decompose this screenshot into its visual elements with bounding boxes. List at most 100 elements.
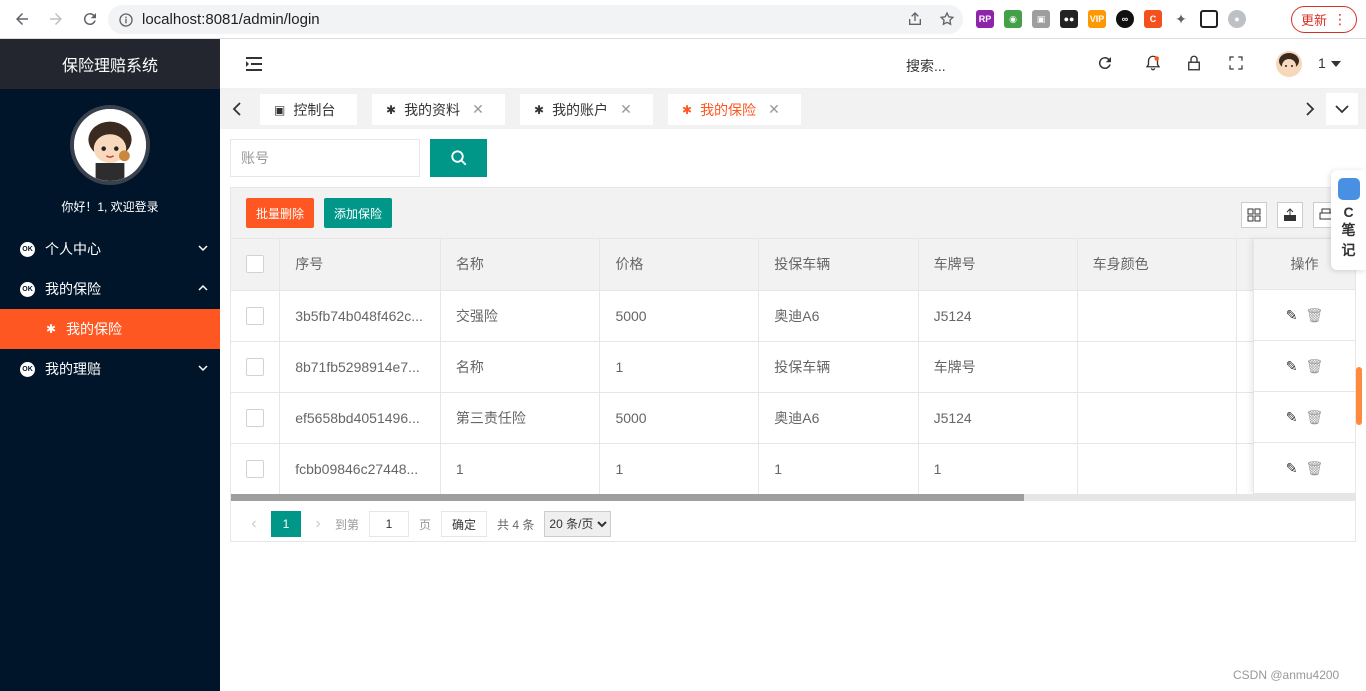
sidebar: 保险理赔系统 你好！1, 欢迎登录 OK 个人中心 OK 我的保险 ✱ 我的保险 [0, 39, 220, 691]
tab-label: 我的保险 [700, 101, 757, 118]
table-cell: 5000 [599, 290, 760, 342]
sidebar-subitem-my-insurance[interactable]: ✱ 我的保险 [0, 309, 220, 349]
chat-extension-icon[interactable]: ◉ [1004, 10, 1022, 28]
update-button[interactable]: 更新 ⋮ [1291, 6, 1357, 33]
header-username[interactable]: 1 [1318, 55, 1326, 71]
column-header[interactable]: 投保车辆 [758, 239, 919, 291]
batch-delete-button[interactable]: 批量删除 [246, 198, 315, 228]
current-page[interactable]: 1 [271, 511, 301, 537]
add-insurance-button[interactable]: 添加保险 [324, 198, 393, 228]
page-size-select[interactable]: 20 条/页 [544, 511, 612, 537]
info-icon[interactable] [118, 12, 134, 28]
prev-page-icon[interactable]: ‹ [243, 515, 265, 533]
row-checkbox[interactable] [246, 408, 264, 427]
select-all-cell [231, 239, 281, 291]
close-icon[interactable]: ✕ [768, 101, 780, 118]
edit-icon[interactable]: ✎ [1286, 409, 1298, 426]
palm-icon: ✱ [682, 102, 693, 117]
table-cell: 名称 [440, 341, 601, 393]
row-select-cell [231, 392, 281, 444]
address-bar[interactable]: localhost:8081/admin/login [108, 5, 963, 34]
export-icon[interactable] [1277, 202, 1303, 228]
trash-icon[interactable]: 🗑 [1305, 460, 1323, 477]
header-avatar[interactable] [1276, 51, 1302, 77]
sidebar-item-my-insurance[interactable]: OK 我的保险 [0, 269, 220, 309]
row-checkbox[interactable] [246, 306, 264, 325]
trash-icon[interactable]: 🗑 [1305, 307, 1323, 324]
puzzle-icon[interactable]: ✦ [1172, 10, 1190, 28]
table-row: 8b71fb5298914e7... 名称 1 投保车辆 车牌号 [231, 341, 1355, 393]
profile-icon[interactable]: ● [1228, 10, 1246, 28]
infinity-extension-icon[interactable]: ∞ [1116, 10, 1134, 28]
trash-icon[interactable]: 🗑 [1305, 358, 1323, 375]
fullscreen-icon[interactable] [1227, 54, 1245, 72]
scrollbar-thumb[interactable] [231, 494, 1024, 501]
table-cell: 1 [440, 443, 601, 495]
table-cell: J5124 [918, 290, 1078, 342]
tab-my-insurance[interactable]: ✱ 我的保险 ✕ [668, 94, 801, 125]
vip-extension-icon[interactable]: VIP [1088, 10, 1106, 28]
tab-my-profile[interactable]: ✱ 我的资料 ✕ [372, 94, 505, 125]
forward-icon[interactable] [40, 3, 72, 35]
back-icon[interactable] [6, 3, 38, 35]
lock-icon[interactable] [1185, 54, 1203, 72]
row-checkbox[interactable] [246, 459, 264, 478]
sidebar-menu: OK 个人中心 OK 我的保险 ✱ 我的保险 OK 我的理赔 [0, 229, 220, 389]
trash-icon[interactable]: 🗑 [1305, 409, 1323, 426]
menu-toggle-icon[interactable] [245, 55, 263, 73]
columns-filter-icon[interactable] [1241, 202, 1267, 228]
column-header[interactable]: 车牌号 [918, 239, 1078, 291]
image-extension-icon[interactable]: ▣ [1032, 10, 1050, 28]
column-header[interactable]: 车身颜色 [1077, 239, 1237, 291]
edit-icon[interactable]: ✎ [1286, 307, 1298, 324]
select-all-checkbox[interactable] [246, 255, 264, 274]
edit-icon[interactable]: ✎ [1286, 358, 1298, 375]
star-icon[interactable] [939, 11, 955, 27]
table-cell [1077, 290, 1237, 342]
row-checkbox[interactable] [246, 357, 264, 376]
goto-page-input[interactable] [369, 511, 410, 537]
note-widget-text: C [1343, 204, 1354, 220]
close-icon[interactable]: ✕ [472, 101, 484, 118]
column-header[interactable]: 价格 [599, 239, 760, 291]
goto-confirm-button[interactable]: 确定 [441, 511, 488, 537]
note-widget[interactable]: C 笔 记 [1331, 170, 1366, 270]
share-icon[interactable] [907, 11, 923, 27]
horizontal-scrollbar[interactable] [231, 494, 1355, 501]
row-select-cell [231, 290, 281, 342]
header-search[interactable]: 搜索... [906, 56, 946, 76]
update-label: 更新 [1300, 13, 1327, 28]
sidebar-item-personal-center[interactable]: OK 个人中心 [0, 229, 220, 269]
ok-icon: OK [20, 281, 35, 297]
column-header[interactable]: 序号 [279, 239, 441, 291]
note-icon [1337, 178, 1360, 200]
table-header-row: 序号 名称 价格 投保车辆 车牌号 车身颜色 [231, 239, 1355, 291]
refresh-icon[interactable] [1096, 54, 1114, 72]
tab-scroll-left-icon[interactable] [222, 89, 252, 129]
url-text[interactable]: localhost:8081/admin/login [142, 11, 320, 28]
account-search-input[interactable] [230, 139, 420, 177]
sidebar-item-my-claims[interactable]: OK 我的理赔 [0, 349, 220, 389]
sidebar-item-label: 我的理赔 [45, 361, 101, 377]
tab-scroll-right-icon[interactable] [1295, 89, 1325, 129]
tab-dashboard[interactable]: ▣ 控制台 [260, 94, 357, 125]
edit-icon[interactable]: ✎ [1286, 460, 1298, 477]
page-unit-label: 页 [419, 517, 432, 532]
robot-extension-icon[interactable]: ●● [1060, 10, 1078, 28]
tab-options-chevron-down-icon[interactable] [1326, 93, 1358, 125]
close-icon[interactable]: ✕ [620, 101, 632, 118]
caret-down-icon[interactable] [1331, 61, 1341, 67]
sidepanel-icon[interactable] [1200, 10, 1218, 28]
vertical-scrollbar-thumb[interactable] [1356, 367, 1362, 425]
bell-icon[interactable] [1144, 54, 1162, 72]
search-button[interactable] [430, 139, 487, 177]
reload-icon[interactable] [74, 3, 106, 35]
chevron-down-icon [198, 245, 208, 252]
rp-extension-icon[interactable]: RP [976, 10, 994, 28]
column-header[interactable]: 名称 [440, 239, 601, 291]
next-page-icon[interactable]: › [307, 515, 329, 533]
table-cell: 奥迪A6 [758, 392, 919, 444]
tab-my-account[interactable]: ✱ 我的账户 ✕ [520, 94, 653, 125]
table-cell [1077, 341, 1237, 393]
c-extension-icon[interactable]: C [1144, 10, 1162, 28]
